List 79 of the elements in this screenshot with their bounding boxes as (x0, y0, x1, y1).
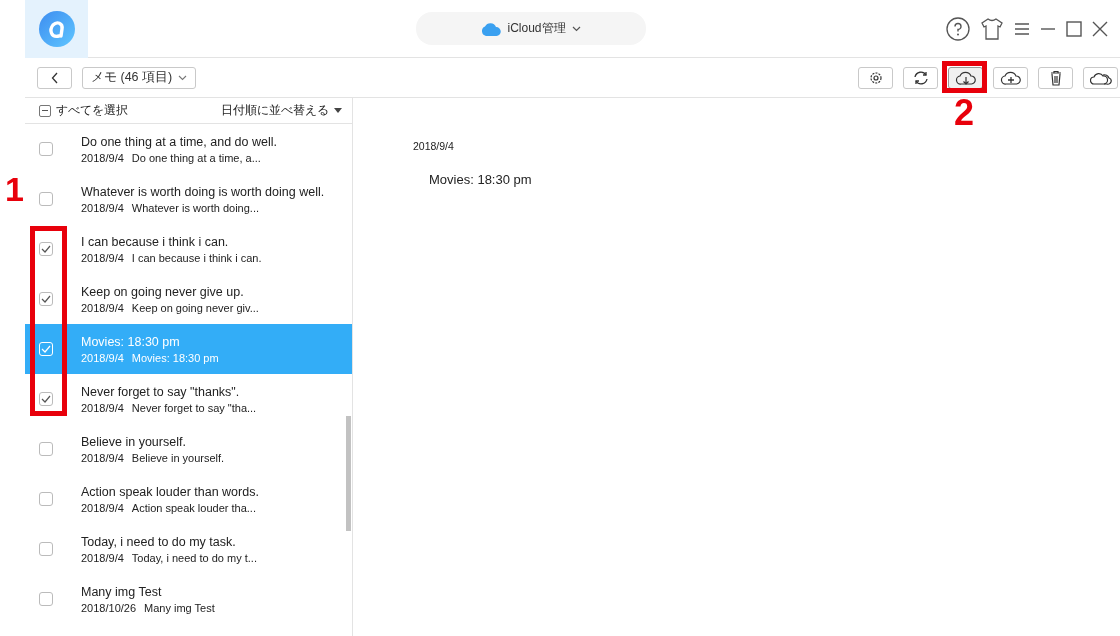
note-preview: Keep on going never giv... (131, 301, 259, 314)
note-preview: Movies: 18:30 pm (131, 351, 219, 364)
note-title: Whatever is worth doing is worth doing well. (81, 184, 325, 199)
note-preview: Today, i need to do my t... (131, 551, 257, 564)
checkbox[interactable] (39, 542, 53, 556)
app-logo-icon (38, 10, 75, 47)
maximize-icon[interactable] (1066, 20, 1082, 37)
checkbox[interactable] (39, 492, 53, 506)
toolbar-button[interactable] (1038, 66, 1073, 89)
toolbar-button[interactable] (903, 66, 938, 89)
device-selector[interactable]: iCloud管理 (416, 12, 646, 45)
note-preview: I can because i think i can. (131, 251, 262, 264)
toolbar-button[interactable] (858, 66, 893, 89)
note-title: Believe in yourself. (81, 434, 187, 449)
note-preview: Whatever is worth doing... (131, 201, 259, 214)
checkbox[interactable] (39, 292, 53, 306)
checkbox[interactable] (39, 442, 53, 456)
shirt-icon[interactable] (980, 16, 1004, 41)
note-item[interactable]: Do one thing at a time, and do well. 2018/9/4 Do one thing at a time, a... (25, 124, 352, 174)
checkbox[interactable] (39, 592, 53, 606)
highlight-frame (942, 60, 987, 93)
note-item[interactable]: Action speak louder than words. 2018/9/4 Action speak louder tha... (25, 474, 352, 524)
note-date: 2018/9/4 (81, 201, 124, 214)
note-date: 2018/10/26 (81, 601, 137, 614)
note-item[interactable]: Keep on going never give up. 2018/9/4 Keep on going never giv... (25, 274, 352, 324)
cloud-upload-icon (999, 69, 1022, 86)
toolbar-button[interactable] (1083, 66, 1118, 89)
checkbox[interactable] (39, 192, 53, 206)
cloud-download-icon (954, 69, 977, 86)
scrollbar[interactable] (346, 416, 351, 531)
note-item[interactable]: Many img Test 2018/10/26 Many img Test (25, 574, 352, 624)
note-title: Do one thing at a time, and do well. (81, 134, 277, 149)
note-item[interactable]: Whatever is worth doing is worth doing well. 2018/9/4 Whatever is worth doing... (25, 174, 352, 224)
step-number: 2 (954, 94, 975, 131)
note-date: 2018/9/4 (81, 501, 124, 514)
note-date: 2018/9/4 (81, 551, 124, 564)
note-date: 2018/9/4 (81, 151, 124, 164)
note-title: Today, i need to do my task. (81, 534, 237, 549)
select-all-checkbox[interactable] (39, 104, 51, 117)
back-button[interactable] (37, 66, 72, 89)
note-preview: Never forget to say "tha... (131, 401, 257, 414)
checkbox[interactable] (39, 142, 53, 156)
chevron-down-icon (571, 25, 581, 32)
note-item[interactable]: Today, i need to do my task. 2018/9/4 Today, i need to do my t... (25, 524, 352, 574)
note-title: Keep on going never give up. (81, 284, 245, 299)
menu-icon[interactable] (1014, 21, 1030, 36)
note-preview: Many img Test (144, 601, 215, 614)
note-item[interactable]: Believe in yourself. 2018/9/4 Believe in yourself. (25, 424, 352, 474)
note-title: Movies: 18:30 pm (81, 334, 181, 349)
category-dropdown[interactable]: メモ (46 項目) (82, 66, 197, 89)
chevron-left-icon (50, 71, 59, 84)
note-preview: Believe in yourself. (131, 451, 225, 464)
toolbar-button[interactable] (948, 66, 983, 89)
chevron-down-icon (178, 74, 188, 81)
note-item[interactable]: I can because i think i can. 2018/9/4 I can because i think i can. (25, 224, 352, 274)
toolbar-button[interactable] (993, 66, 1028, 89)
note-preview: Action speak louder tha... (131, 501, 256, 514)
note-date: 2018/9/4 (81, 401, 124, 414)
note-title: Many img Test (81, 584, 163, 599)
note-title: Never forget to say "thanks". (81, 384, 241, 399)
cloud-icon (481, 21, 502, 36)
note-title: I can because i think i can. (81, 234, 230, 249)
sort-dropdown[interactable]: 日付順に並べ替える (221, 103, 329, 118)
note-date: 2018/9/4 (81, 301, 124, 314)
step-number: 1 (5, 172, 24, 206)
select-all-label: すべてを選択 (56, 103, 128, 118)
note-date: 2018/9/4 (81, 351, 124, 364)
note-title: Action speak louder than words. (81, 484, 259, 499)
checkbox[interactable] (39, 392, 53, 406)
checkbox[interactable] (39, 242, 53, 256)
close-icon[interactable] (1092, 20, 1108, 37)
note-date: 2018/9/4 (413, 140, 454, 152)
help-icon[interactable] (946, 16, 970, 41)
caret-icon (334, 108, 342, 113)
note-date: 2018/9/4 (81, 251, 124, 264)
note-item[interactable]: Never forget to say "thanks". 2018/9/4 Never forget to say "tha... (25, 374, 352, 424)
note-body: Movies: 18:30 pm (429, 172, 532, 187)
note-preview: Do one thing at a time, a... (131, 151, 261, 164)
note-date: 2018/9/4 (81, 451, 124, 464)
